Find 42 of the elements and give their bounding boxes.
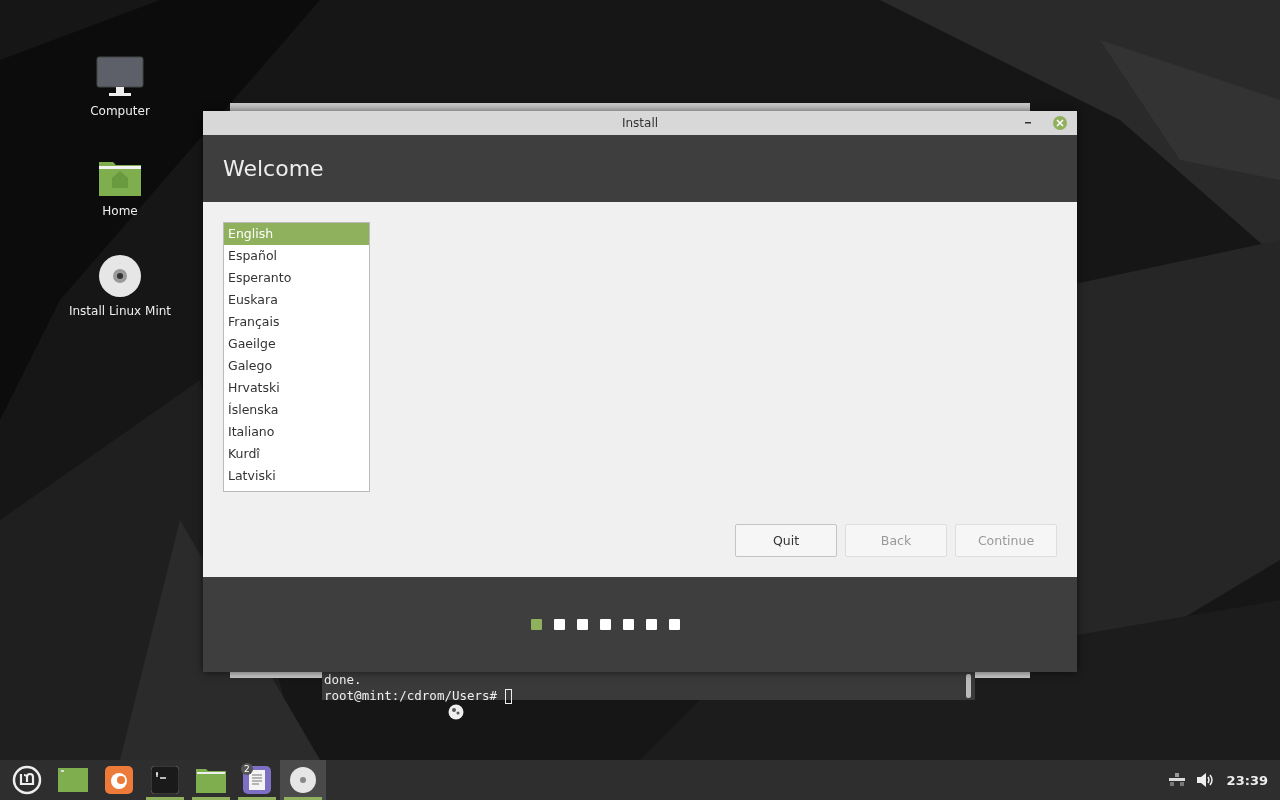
wizard-button[interactable]: Quit [735,524,837,557]
count-badge: 2 [241,763,253,775]
language-item[interactable]: Galego [224,355,369,377]
language-item[interactable]: Euskara [224,289,369,311]
running-indicator [284,797,322,800]
scrollbar[interactable] [966,674,971,698]
language-item[interactable]: Latviski [224,465,369,487]
document-icon[interactable] [243,766,271,794]
disc-icon[interactable] [289,766,317,794]
clock[interactable]: 23:39 [1226,772,1268,788]
volume-icon[interactable] [1196,773,1215,787]
terminal-line: root@mint:/cdrom/Users# [324,688,498,704]
desktop-icon-label[interactable]: Install Linux Mint [68,304,172,318]
disc-icon[interactable] [98,254,142,298]
folder-icon[interactable] [196,767,226,793]
terminal-icon[interactable] [151,766,179,794]
network-icon[interactable] [1168,773,1185,787]
terminal-line: done. [324,672,362,688]
close-icon [1056,119,1064,127]
running-indicator [146,797,184,800]
running-indicator [192,797,230,800]
taskbar-slot[interactable] [280,760,326,800]
language-item[interactable]: Kurdî [224,443,369,465]
menu-icon[interactable] [12,765,42,795]
window-title: Install [621,116,659,130]
desktop-icon-label[interactable]: Computer [90,104,150,118]
page-heading: Welcome [223,156,324,181]
taskbar-slot[interactable]: 2 [234,760,280,800]
language-item[interactable]: Italiano [224,421,369,443]
language-item[interactable]: Français [224,311,369,333]
fox-icon[interactable] [105,766,133,794]
language-item[interactable]: Íslenska [224,399,369,421]
language-item[interactable]: Gaeilge [224,333,369,355]
language-item[interactable]: Hrvatski [224,377,369,399]
running-indicator [238,797,276,800]
text-cursor [505,688,513,704]
language-item[interactable]: Español [224,245,369,267]
desktop-icon-label[interactable]: Home [102,204,138,218]
monitor-icon[interactable] [96,56,144,98]
busy-cursor-icon [448,704,464,720]
minimize-icon [1024,119,1032,127]
language-item[interactable]: Esperanto [224,267,369,289]
